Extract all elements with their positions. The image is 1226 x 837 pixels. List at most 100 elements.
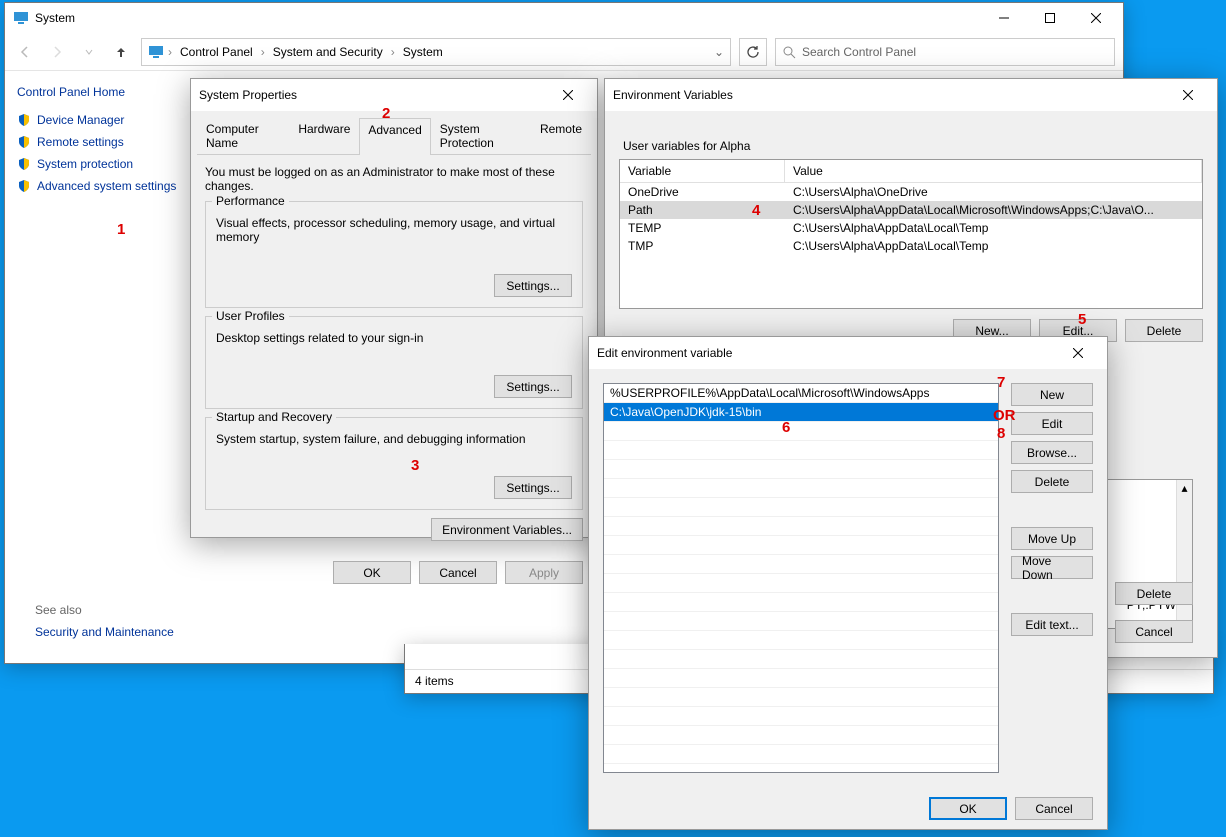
user-vars-table[interactable]: Variable Value OneDriveC:\Users\Alpha\On…: [619, 159, 1203, 309]
list-item[interactable]: [604, 593, 998, 612]
table-row[interactable]: TMPC:\Users\Alpha\AppData\Local\Temp: [620, 237, 1202, 255]
breadcrumb[interactable]: System: [399, 43, 447, 61]
scroll-up-icon[interactable]: ▴: [1180, 483, 1190, 493]
edit-button[interactable]: Edit: [1011, 412, 1093, 435]
ok-button[interactable]: OK: [929, 797, 1007, 820]
group-desc: System startup, system failure, and debu…: [216, 432, 572, 446]
group-heading: User Profiles: [212, 309, 289, 323]
edit-text-button[interactable]: Edit text...: [1011, 613, 1093, 636]
list-item[interactable]: [604, 612, 998, 631]
close-button[interactable]: [547, 81, 589, 109]
dialog-title: System Properties: [199, 88, 547, 102]
search-input[interactable]: Search Control Panel: [775, 38, 1115, 66]
user-profiles-group: User Profiles Desktop settings related t…: [205, 316, 583, 409]
tab-advanced[interactable]: Advanced: [359, 118, 430, 155]
environment-variables-button[interactable]: Environment Variables...: [431, 518, 583, 541]
list-item[interactable]: [604, 631, 998, 650]
close-button[interactable]: [1073, 3, 1119, 33]
control-panel-home-link[interactable]: Control Panel Home: [17, 85, 183, 99]
close-button[interactable]: [1167, 81, 1209, 109]
list-item[interactable]: [604, 536, 998, 555]
path-entries-list[interactable]: %USERPROFILE%\AppData\Local\Microsoft\Wi…: [603, 383, 999, 773]
list-item[interactable]: [604, 441, 998, 460]
close-button[interactable]: [1057, 339, 1099, 367]
table-row[interactable]: TEMPC:\Users\Alpha\AppData\Local\Temp: [620, 219, 1202, 237]
chevron-down-icon[interactable]: ⌄: [714, 45, 724, 59]
annotation: OR: [993, 407, 1016, 424]
ok-button[interactable]: OK: [333, 561, 411, 584]
sidebar-item-advanced-system-settings[interactable]: Advanced system settings: [17, 179, 183, 193]
tab-hardware[interactable]: Hardware: [289, 117, 359, 154]
security-maintenance-link[interactable]: Security and Maintenance: [35, 625, 174, 639]
toolbar: › Control Panel › System and Security › …: [5, 33, 1123, 71]
list-item[interactable]: [604, 726, 998, 745]
search-icon: [782, 45, 796, 59]
scrollbar[interactable]: ▴: [1176, 480, 1192, 628]
list-item[interactable]: [604, 498, 998, 517]
cancel-button[interactable]: Cancel: [419, 561, 497, 584]
user-delete-button[interactable]: Delete: [1125, 319, 1203, 342]
list-item[interactable]: %USERPROFILE%\AppData\Local\Microsoft\Wi…: [604, 384, 998, 403]
list-item[interactable]: [604, 650, 998, 669]
sidebar-item-device-manager[interactable]: Device Manager: [17, 113, 183, 127]
system-icon: [13, 10, 29, 26]
list-item[interactable]: C:\Java\OpenJDK\jdk-15\bin: [604, 403, 998, 422]
cancel-button[interactable]: Cancel: [1115, 620, 1193, 643]
see-also: See also Security and Maintenance: [35, 603, 174, 639]
table-row[interactable]: PathC:\Users\Alpha\AppData\Local\Microso…: [620, 201, 1202, 219]
up-settings-button[interactable]: Settings...: [494, 375, 572, 398]
tab-computer-name[interactable]: Computer Name: [197, 117, 289, 154]
startup-recovery-group: Startup and Recovery System startup, sys…: [205, 417, 583, 510]
col-value[interactable]: Value: [785, 160, 1202, 182]
cancel-button[interactable]: Cancel: [1015, 797, 1093, 820]
tab-system-protection[interactable]: System Protection: [431, 117, 531, 154]
move-down-button[interactable]: Move Down: [1011, 556, 1093, 579]
breadcrumb[interactable]: System and Security: [269, 43, 387, 61]
minimize-button[interactable]: [981, 3, 1027, 33]
refresh-button[interactable]: [739, 38, 767, 66]
item-count: 4 items: [415, 674, 454, 688]
up-button[interactable]: [109, 40, 133, 64]
chevron-right-icon: ›: [261, 45, 265, 59]
maximize-button[interactable]: [1027, 3, 1073, 33]
window-title: System: [35, 11, 981, 25]
list-item[interactable]: [604, 460, 998, 479]
group-heading: Startup and Recovery: [212, 410, 336, 424]
annotation: 4: [752, 202, 760, 219]
browse-button[interactable]: Browse...: [1011, 441, 1093, 464]
list-item[interactable]: [604, 555, 998, 574]
breadcrumb[interactable]: Control Panel: [176, 43, 257, 61]
list-item[interactable]: [604, 669, 998, 688]
performance-group: Performance Visual effects, processor sc…: [205, 201, 583, 308]
apply-button[interactable]: Apply: [505, 561, 583, 584]
list-item[interactable]: [604, 574, 998, 593]
sidebar-item-system-protection[interactable]: System protection: [17, 157, 183, 171]
address-bar[interactable]: › Control Panel › System and Security › …: [141, 38, 731, 66]
list-item[interactable]: [604, 707, 998, 726]
sidebar-item-remote-settings[interactable]: Remote settings: [17, 135, 183, 149]
recent-dropdown[interactable]: [77, 40, 101, 64]
sys-vars-table-fragment[interactable]: Program ... PY;.PYW ▴: [1103, 479, 1193, 629]
new-button[interactable]: New: [1011, 383, 1093, 406]
sr-settings-button[interactable]: Settings...: [494, 476, 572, 499]
perf-settings-button[interactable]: Settings...: [494, 274, 572, 297]
annotation: 8: [997, 425, 1005, 442]
list-item[interactable]: [604, 745, 998, 764]
group-desc: Desktop settings related to your sign-in: [216, 331, 572, 345]
list-item[interactable]: [604, 688, 998, 707]
group-heading: Performance: [212, 194, 289, 208]
list-item[interactable]: [604, 517, 998, 536]
chevron-right-icon: ›: [391, 45, 395, 59]
col-variable[interactable]: Variable: [620, 160, 785, 182]
list-item[interactable]: [604, 422, 998, 441]
back-button[interactable]: [13, 40, 37, 64]
group-desc: Visual effects, processor scheduling, me…: [216, 216, 572, 244]
sys-delete-button[interactable]: Delete: [1115, 582, 1193, 605]
tab-remote[interactable]: Remote: [531, 117, 591, 154]
delete-button[interactable]: Delete: [1011, 470, 1093, 493]
move-up-button[interactable]: Move Up: [1011, 527, 1093, 550]
table-row[interactable]: OneDriveC:\Users\Alpha\OneDrive: [620, 183, 1202, 201]
shield-icon: [17, 135, 31, 149]
user-vars-heading: User variables for Alpha: [623, 139, 1203, 153]
list-item[interactable]: [604, 479, 998, 498]
